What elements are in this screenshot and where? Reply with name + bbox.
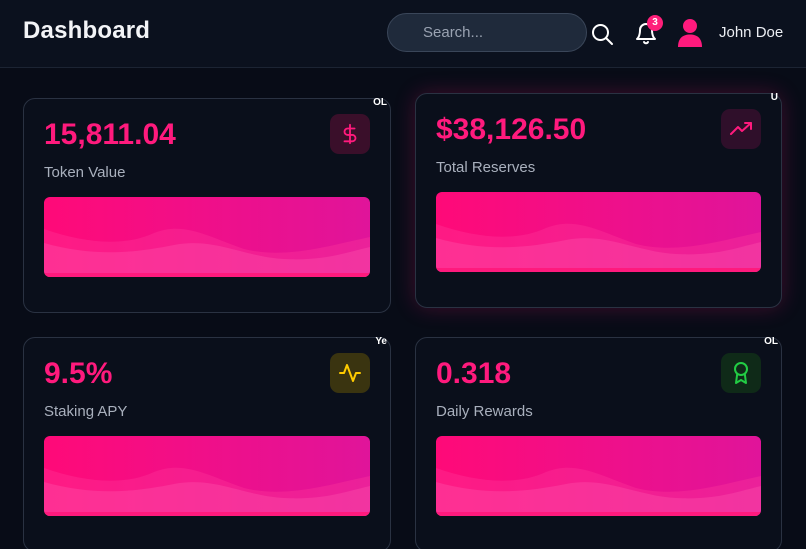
card-value: 9.5% — [44, 357, 113, 390]
area-sparkline — [44, 197, 370, 277]
card-tag: OL — [764, 336, 778, 347]
card-value: 0.318 — [436, 357, 512, 390]
staking-apy-card: Ye 9.5% Staking APY — [23, 336, 391, 549]
card-tag: U — [770, 92, 778, 103]
card-value: $38,126.50 — [436, 113, 587, 146]
search-input[interactable] — [387, 13, 587, 52]
daily-rewards-card: OL 0.318 Daily Rewards — [415, 336, 782, 549]
area-sparkline — [44, 436, 370, 516]
award-icon — [721, 353, 761, 393]
card-label: Daily Rewards — [436, 403, 533, 420]
card-tag: Ye — [375, 336, 387, 347]
token-value-card: OL 15,811.04 Token Value — [23, 97, 391, 313]
user-avatar-icon[interactable] — [677, 18, 703, 48]
notification-badge: 3 — [647, 15, 663, 31]
dollar-icon — [330, 114, 370, 154]
search-icon[interactable] — [590, 22, 614, 46]
area-sparkline — [436, 436, 761, 516]
card-label: Token Value — [44, 164, 126, 181]
card-tag: OL — [373, 97, 387, 108]
page-title: Dashboard — [23, 17, 151, 44]
area-sparkline — [436, 192, 761, 272]
user-name[interactable]: John Doe — [719, 24, 783, 41]
card-label: Staking APY — [44, 403, 128, 420]
top-bar: Dashboard 3 John Doe — [0, 0, 806, 68]
card-label: Total Reserves — [436, 159, 536, 176]
total-reserves-card: U $38,126.50 Total Reserves — [415, 92, 782, 308]
trending-up-icon — [721, 109, 761, 149]
activity-icon — [330, 353, 370, 393]
card-value: 15,811.04 — [44, 118, 176, 151]
